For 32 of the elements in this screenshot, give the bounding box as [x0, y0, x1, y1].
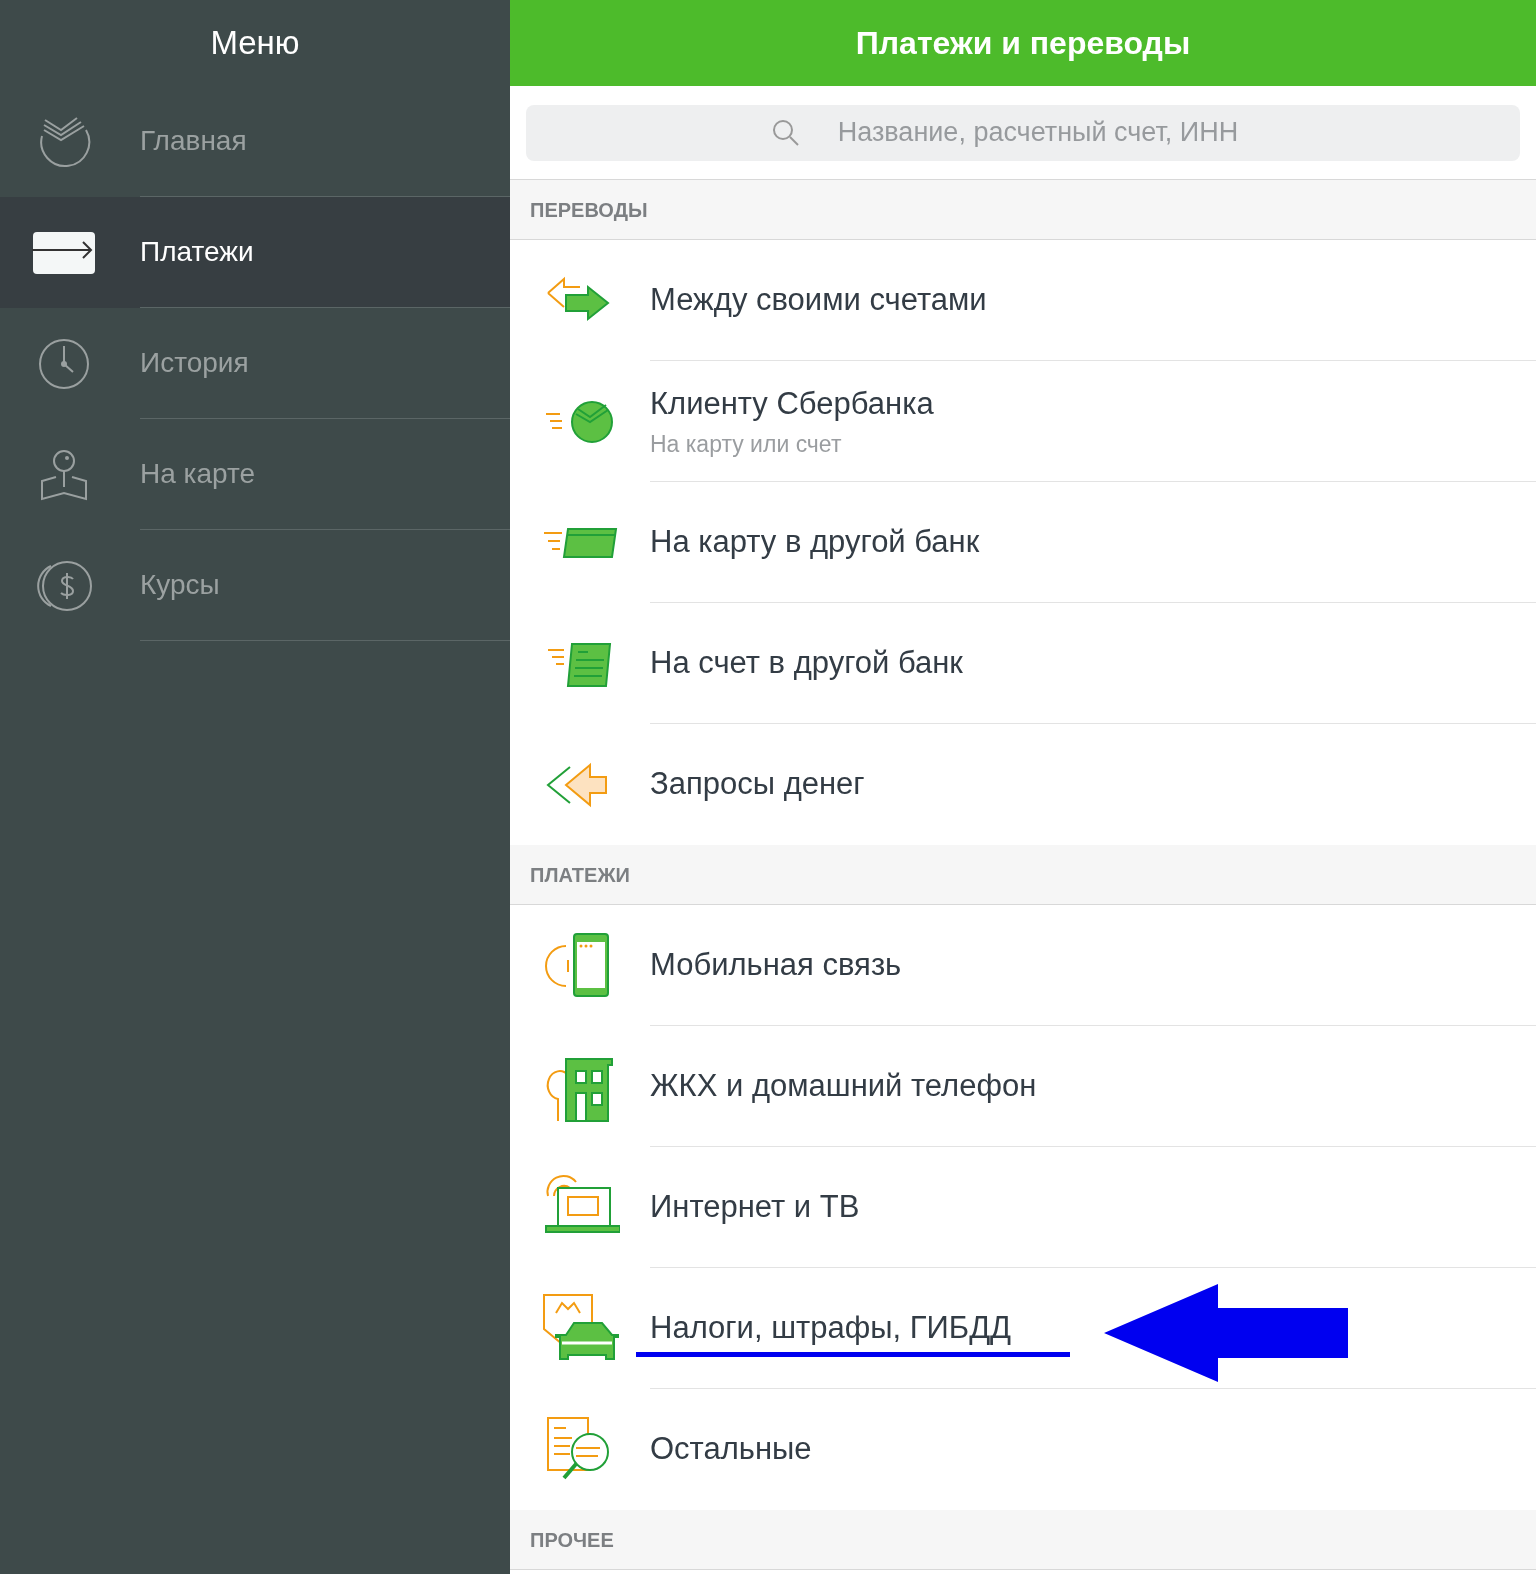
item-title: Остальные [650, 1430, 813, 1469]
item-title: На карту в другой банк [650, 522, 981, 561]
map-pin-icon [40, 448, 88, 501]
list-item[interactable]: Клиенту Сбербанка На карту или счет [510, 361, 1536, 482]
clock-icon [38, 337, 90, 390]
search-icon [772, 118, 800, 147]
arrow-icon [1104, 1284, 1348, 1382]
item-subtitle: На карту или счет [650, 430, 843, 459]
list-item[interactable]: Остальные [510, 1389, 1536, 1510]
list-item[interactable]: На карту в другой банк [510, 482, 1536, 603]
header-title: Платежи и переводы [855, 24, 1191, 63]
section-header: ПЛАТЕЖИ [510, 845, 1536, 905]
list-item[interactable]: На счет в другой банк [510, 603, 1536, 724]
section-header: ПЕРЕВОДЫ [510, 180, 1536, 240]
item-title: Мобильная связь [650, 945, 903, 984]
list-item[interactable]: Налоги, штрафы, ГИБДД [510, 1268, 1536, 1389]
search-field[interactable]: Название, расчетный счет, ИНН [526, 104, 1520, 161]
sidebar-title: Меню [210, 23, 300, 64]
item-title: Интернет и ТВ [650, 1187, 861, 1226]
list-item[interactable]: Мобильная связь [510, 905, 1536, 1026]
section-header: ПРОЧЕЕ [510, 1510, 1536, 1570]
list-item[interactable]: Интернет и ТВ [510, 1147, 1536, 1268]
item-title: Запросы денег [650, 765, 866, 804]
item-title: Между своими счетами [650, 280, 988, 319]
list-item[interactable]: Между своими счетами [510, 240, 1536, 361]
item-title: На счет в другой банк [650, 643, 964, 682]
list-item[interactable]: Запросы денег [510, 724, 1536, 845]
list-item[interactable]: ЖКХ и домашний телефон [510, 1026, 1536, 1147]
menu-item[interactable]: Платежи [0, 197, 510, 308]
item-title: Клиенту Сбербанка [650, 384, 935, 423]
item-title: Налоги, штрафы, ГИБДД [650, 1308, 1013, 1347]
item-title: ЖКХ и домашний телефон [650, 1066, 1038, 1105]
